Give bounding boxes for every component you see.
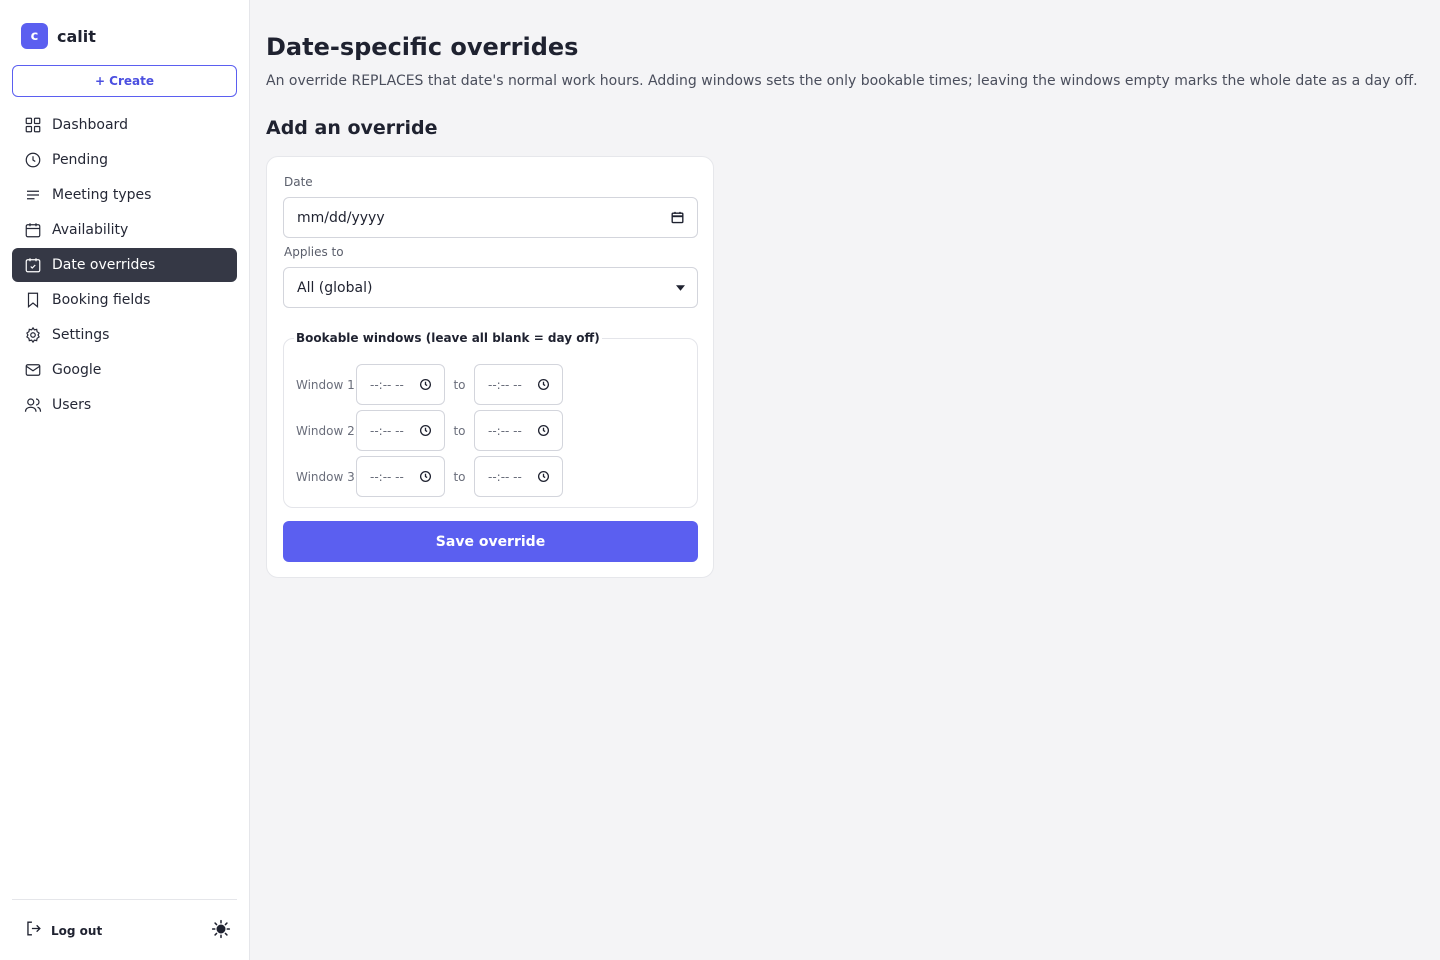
sidebar-item-label: Users bbox=[52, 397, 92, 413]
sidebar: c calit + Create Dashboard Pending Meeti… bbox=[0, 0, 250, 960]
window-label: Window 2 bbox=[296, 423, 355, 438]
time-placeholder: --:-- -- bbox=[488, 377, 522, 392]
sidebar-item-settings[interactable]: Settings bbox=[12, 318, 237, 352]
section-title: Add an override bbox=[266, 117, 438, 139]
mail-icon bbox=[24, 361, 42, 379]
time-placeholder: --:-- -- bbox=[488, 423, 522, 438]
logout-button[interactable]: Log out bbox=[24, 919, 102, 942]
window-row-2: Window 2 --:-- -- to --:-- -- bbox=[296, 410, 563, 451]
bookable-windows-legend: Bookable windows (leave all blank = day … bbox=[294, 331, 602, 345]
sun-icon[interactable] bbox=[211, 919, 231, 939]
sidebar-item-label: Meeting types bbox=[52, 187, 152, 203]
window-1-end-input[interactable]: --:-- -- bbox=[474, 364, 563, 405]
sidebar-item-label: Availability bbox=[52, 222, 129, 238]
calendar-icon bbox=[24, 221, 42, 239]
grid-icon bbox=[24, 116, 42, 134]
to-label: to bbox=[453, 377, 466, 392]
time-placeholder: --:-- -- bbox=[370, 469, 404, 484]
window-label: Window 3 bbox=[296, 469, 355, 484]
applies-to-value: All (global) bbox=[297, 279, 373, 296]
sidebar-item-meeting-types[interactable]: Meeting types bbox=[12, 178, 237, 212]
list-icon bbox=[24, 186, 42, 204]
sidebar-item-dashboard[interactable]: Dashboard bbox=[12, 108, 237, 142]
override-form-card: Date mm/dd/yyyy Applies to All (global) … bbox=[266, 156, 714, 578]
sidebar-item-date-overrides[interactable]: Date overrides bbox=[12, 248, 237, 282]
page-description: An override REPLACES that date's normal … bbox=[266, 73, 1418, 89]
logout-icon bbox=[24, 919, 43, 942]
page-title: Date-specific overrides bbox=[266, 33, 579, 61]
applies-to-select[interactable]: All (global) bbox=[283, 267, 698, 308]
brand[interactable]: c calit bbox=[21, 23, 96, 49]
brand-name: calit bbox=[57, 26, 96, 46]
date-input[interactable]: mm/dd/yyyy bbox=[283, 197, 698, 238]
gear-icon bbox=[24, 326, 42, 344]
window-3-start-input[interactable]: --:-- -- bbox=[356, 456, 445, 497]
sidebar-item-pending[interactable]: Pending bbox=[12, 143, 237, 177]
window-2-start-input[interactable]: --:-- -- bbox=[356, 410, 445, 451]
date-label: Date bbox=[284, 175, 313, 189]
applies-to-label: Applies to bbox=[284, 245, 344, 259]
time-placeholder: --:-- -- bbox=[370, 377, 404, 392]
sidebar-item-label: Settings bbox=[52, 327, 110, 343]
sidebar-item-label: Date overrides bbox=[52, 257, 156, 273]
clock-icon bbox=[419, 424, 432, 437]
window-row-1: Window 1 --:-- -- to --:-- -- bbox=[296, 364, 563, 405]
time-placeholder: --:-- -- bbox=[370, 423, 404, 438]
window-2-end-input[interactable]: --:-- -- bbox=[474, 410, 563, 451]
clock-icon bbox=[24, 151, 42, 169]
calendar-icon[interactable] bbox=[670, 210, 685, 225]
clock-icon bbox=[537, 378, 550, 391]
users-icon bbox=[24, 396, 42, 414]
sidebar-footer: Log out bbox=[12, 899, 237, 960]
window-3-end-input[interactable]: --:-- -- bbox=[474, 456, 563, 497]
time-placeholder: --:-- -- bbox=[488, 469, 522, 484]
sidebar-item-google[interactable]: Google bbox=[12, 353, 237, 387]
brand-logo: c bbox=[21, 23, 48, 49]
sidebar-item-label: Pending bbox=[52, 152, 108, 168]
window-label: Window 1 bbox=[296, 377, 355, 392]
to-label: to bbox=[453, 469, 466, 484]
date-placeholder: mm/dd/yyyy bbox=[297, 209, 385, 226]
window-row-3: Window 3 --:-- -- to --:-- -- bbox=[296, 456, 563, 497]
window-1-start-input[interactable]: --:-- -- bbox=[356, 364, 445, 405]
create-button[interactable]: + Create bbox=[12, 65, 237, 97]
sidebar-item-label: Google bbox=[52, 362, 102, 378]
clock-icon bbox=[419, 470, 432, 483]
sidebar-item-booking-fields[interactable]: Booking fields bbox=[12, 283, 237, 317]
calendar-check-icon bbox=[24, 256, 42, 274]
sidebar-item-availability[interactable]: Availability bbox=[12, 213, 237, 247]
logout-label: Log out bbox=[51, 923, 103, 938]
clock-icon bbox=[537, 470, 550, 483]
bookmark-icon bbox=[24, 291, 42, 309]
save-override-button[interactable]: Save override bbox=[283, 521, 698, 562]
clock-icon bbox=[419, 378, 432, 391]
to-label: to bbox=[453, 423, 466, 438]
chevron-down-icon bbox=[676, 284, 685, 291]
bookable-windows-fieldset: Bookable windows (leave all blank = day … bbox=[283, 331, 698, 508]
sidebar-item-label: Booking fields bbox=[52, 292, 151, 308]
sidebar-item-label: Dashboard bbox=[52, 117, 128, 133]
sidebar-item-users[interactable]: Users bbox=[12, 388, 237, 422]
clock-icon bbox=[537, 424, 550, 437]
sidebar-nav: Dashboard Pending Meeting types Availabi… bbox=[12, 108, 237, 423]
